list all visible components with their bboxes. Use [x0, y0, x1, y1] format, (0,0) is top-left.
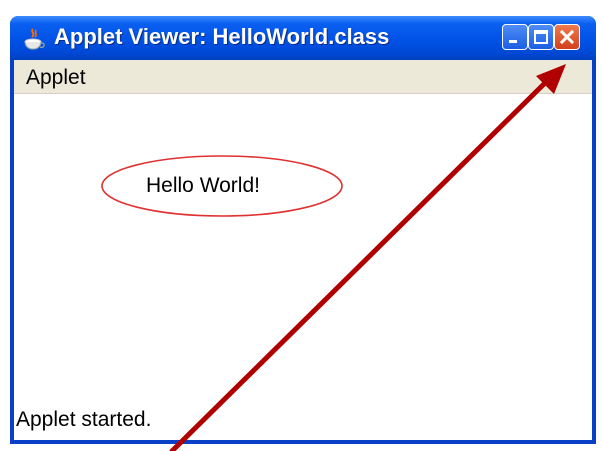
- title-bar[interactable]: Applet Viewer: HelloWorld.class: [10, 16, 596, 60]
- close-icon: [559, 29, 575, 45]
- hello-world-text: Hello World!: [146, 174, 260, 197]
- applet-canvas: Hello World! Applet started.: [14, 94, 592, 440]
- applet-viewer-window: Applet Viewer: HelloWorld.class Applet H…: [10, 16, 596, 444]
- menu-bar: Applet: [14, 60, 592, 94]
- maximize-button[interactable]: [528, 24, 554, 50]
- minimize-icon: [509, 40, 517, 43]
- close-button[interactable]: [554, 24, 580, 50]
- java-cup-icon: [20, 26, 46, 52]
- window-title: Applet Viewer: HelloWorld.class: [54, 24, 390, 49]
- minimize-button[interactable]: [502, 24, 528, 50]
- status-bar-text: Applet started.: [16, 408, 152, 431]
- maximize-icon: [534, 30, 548, 44]
- menu-item-applet[interactable]: Applet: [26, 66, 86, 90]
